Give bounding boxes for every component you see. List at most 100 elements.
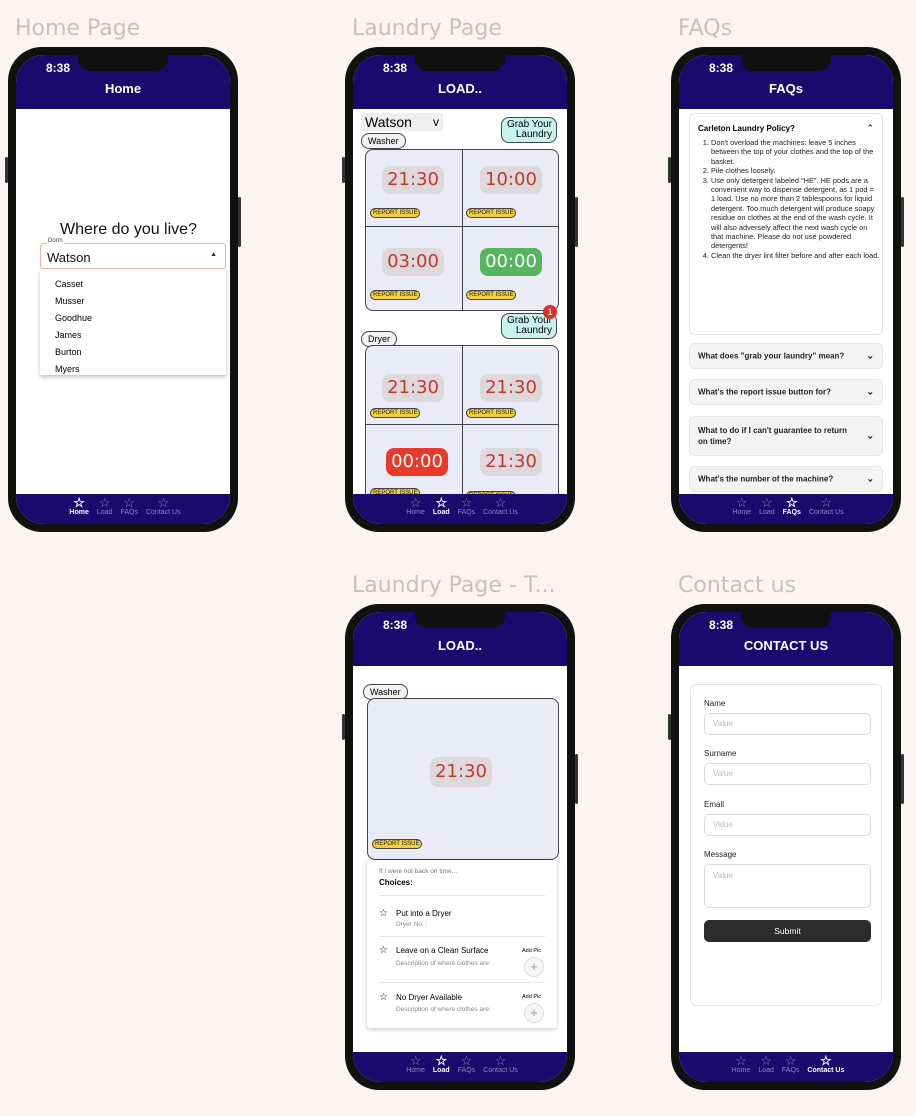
email-field[interactable]: Value xyxy=(704,814,871,836)
tab-faqs[interactable]: ☆ FAQs xyxy=(120,494,138,524)
tab-load[interactable]: ☆ Load xyxy=(97,494,113,524)
tab-load[interactable]: ☆ Load xyxy=(758,1052,774,1082)
star-icon: ☆ xyxy=(761,495,773,510)
add-photo-button[interactable]: + xyxy=(524,957,544,977)
notch xyxy=(415,612,505,628)
faq-question: What's the number of the machine? xyxy=(698,474,834,484)
dryer-timer: 21:30 xyxy=(382,374,444,402)
grab-laundry-button[interactable]: Grab Your Laundry xyxy=(501,117,557,143)
report-issue-button[interactable]: REPORT ISSUE xyxy=(370,208,421,218)
star-icon: ☆ xyxy=(760,1053,772,1068)
tab-load[interactable]: ☆ Load xyxy=(759,494,775,524)
notch xyxy=(741,612,831,628)
tab-label: Load xyxy=(758,1067,774,1074)
washer-timer: 21:30 xyxy=(430,757,492,787)
home-screen: 8:38 Home Where do you live? Dorm Watson… xyxy=(16,55,230,524)
dorm-dropdown[interactable]: Dorm Watson ▲ xyxy=(40,238,226,269)
name-field[interactable]: Value xyxy=(704,713,871,735)
tab-load[interactable]: ☆ Load xyxy=(433,494,450,524)
dorm-option[interactable]: Musser xyxy=(55,296,85,306)
frame-title-laundry: Laundry Page xyxy=(352,16,502,41)
tab-contact[interactable]: ☆ Contact Us xyxy=(807,1052,844,1082)
dryer-timer: 21:30 xyxy=(480,448,542,476)
tab-faqs[interactable]: ☆ FAQs xyxy=(458,494,476,524)
notification-badge: 1 xyxy=(543,305,557,319)
tab-home[interactable]: ☆ Home xyxy=(406,494,425,524)
report-issue-button[interactable]: REPORT ISSUE xyxy=(466,290,517,300)
dorm-option[interactable]: James xyxy=(55,330,82,340)
washer-timer: 21:30 xyxy=(382,166,444,194)
report-issue-button[interactable]: REPORT ISSUE xyxy=(466,408,517,418)
tab-home[interactable]: ☆ Home xyxy=(69,494,88,524)
report-issue-button[interactable]: REPORT ISSUE xyxy=(372,839,423,849)
choice-title[interactable]: No Dryer Available xyxy=(396,993,462,1002)
tab-contact[interactable]: ☆ Contact Us xyxy=(809,494,844,524)
grid-divider xyxy=(366,424,558,425)
home-title: Home xyxy=(104,81,142,96)
tab-faqs[interactable]: ☆ FAQs xyxy=(458,1052,476,1082)
tab-label: FAQs xyxy=(782,509,801,516)
report-issue-button[interactable]: REPORT ISSUE xyxy=(370,290,421,300)
star-icon: ☆ xyxy=(820,495,833,510)
tab-label: Home xyxy=(731,1067,751,1074)
star-filled-icon: ☆ xyxy=(820,1053,832,1068)
choice-title[interactable]: Leave on a Clean Surface xyxy=(396,946,489,955)
policy-item: Pile clothes loosely. xyxy=(711,166,880,175)
surname-field[interactable]: Value xyxy=(704,763,871,785)
grid-divider xyxy=(366,226,558,227)
policy-card[interactable]: Carleton Laundry Policy? ⌃ Don't overloa… xyxy=(689,113,883,335)
tab-label: Contact Us xyxy=(808,509,844,516)
submit-button[interactable]: Submit xyxy=(704,920,871,942)
notch xyxy=(415,55,505,71)
add-pic-label: Add Pic xyxy=(522,994,541,1000)
faq-item[interactable]: What's the report issue button for? ⌄ xyxy=(689,379,883,405)
faq-item[interactable]: What does "grab your laundry" mean? ⌄ xyxy=(689,343,883,369)
report-issue-button[interactable]: REPORT ISSUE xyxy=(466,208,517,218)
washer-label: Washer xyxy=(361,133,406,149)
tab-faqs[interactable]: ☆ FAQs xyxy=(783,494,801,524)
tab-home[interactable]: ☆ Home xyxy=(732,494,751,524)
star-icon: ☆ xyxy=(494,495,507,510)
tab-contact[interactable]: ☆ Contact Us xyxy=(146,494,181,524)
laundry-t-title: LOAD.. xyxy=(437,638,483,653)
star-icon: ☆ xyxy=(123,495,136,510)
washer-timer: 03:00 xyxy=(382,248,444,276)
laundry-t-tab-bar: ☆ Home ☆ Load ☆ FAQs ☆ Contact Us xyxy=(353,1052,567,1082)
chevron-down-icon: ⌄ xyxy=(866,473,874,484)
tab-contact[interactable]: ☆ Contact Us xyxy=(483,1052,518,1082)
star-icon: ☆ xyxy=(379,908,388,919)
chevron-down-icon: ⌄ xyxy=(866,386,874,397)
message-field[interactable]: Value xyxy=(704,864,871,908)
dryer-grid: 21:30 REPORT ISSUE 21:30 REPORT ISSUE 00… xyxy=(365,345,559,505)
faq-item[interactable]: What to do if I can't guarantee to retur… xyxy=(689,416,883,456)
tab-contact[interactable]: ☆ Contact Us xyxy=(483,494,518,524)
choice-subtitle: Description of where clothes are: xyxy=(396,1006,491,1013)
report-issue-button[interactable]: REPORT ISSUE xyxy=(370,408,421,418)
tab-label: FAQs xyxy=(457,509,476,516)
add-photo-button[interactable]: + xyxy=(524,1003,544,1023)
notch xyxy=(741,55,831,71)
tab-load[interactable]: ☆ Load xyxy=(433,1052,450,1082)
contact-title: CONTACT US xyxy=(743,638,829,653)
star-icon: ☆ xyxy=(98,495,111,510)
dorm-option[interactable]: Burton xyxy=(55,347,82,357)
tab-label: Home xyxy=(732,509,752,516)
faq-item[interactable]: What's the number of the machine? ⌄ xyxy=(689,466,883,492)
tab-faqs[interactable]: ☆ FAQs xyxy=(782,1052,800,1082)
tab-home[interactable]: ☆ Home xyxy=(406,1052,425,1082)
washer-timer: 10:00 xyxy=(480,166,542,194)
dorm-option[interactable]: Myers xyxy=(55,364,80,374)
star-filled-icon: ☆ xyxy=(73,495,85,510)
chevron-down-icon: ⌄ xyxy=(866,350,874,361)
dorm-option[interactable]: Goodhue xyxy=(55,313,92,323)
message-label: Message xyxy=(704,850,737,859)
dorm-select[interactable]: Watson v xyxy=(361,113,443,131)
laundry-phone: 8:38 LOAD.. Watson v Grab Your Laundry W… xyxy=(342,47,578,532)
tab-home[interactable]: ☆ Home xyxy=(732,1052,751,1082)
washer-timer-done: 00:00 xyxy=(480,248,542,276)
star-icon: ☆ xyxy=(379,945,388,956)
choice-title[interactable]: Put into a Dryer xyxy=(396,909,452,918)
dorm-option[interactable]: Casset xyxy=(55,279,83,289)
policy-list: Don't overload the machines: leave 5 inc… xyxy=(698,138,880,260)
star-icon: ☆ xyxy=(379,992,388,1003)
